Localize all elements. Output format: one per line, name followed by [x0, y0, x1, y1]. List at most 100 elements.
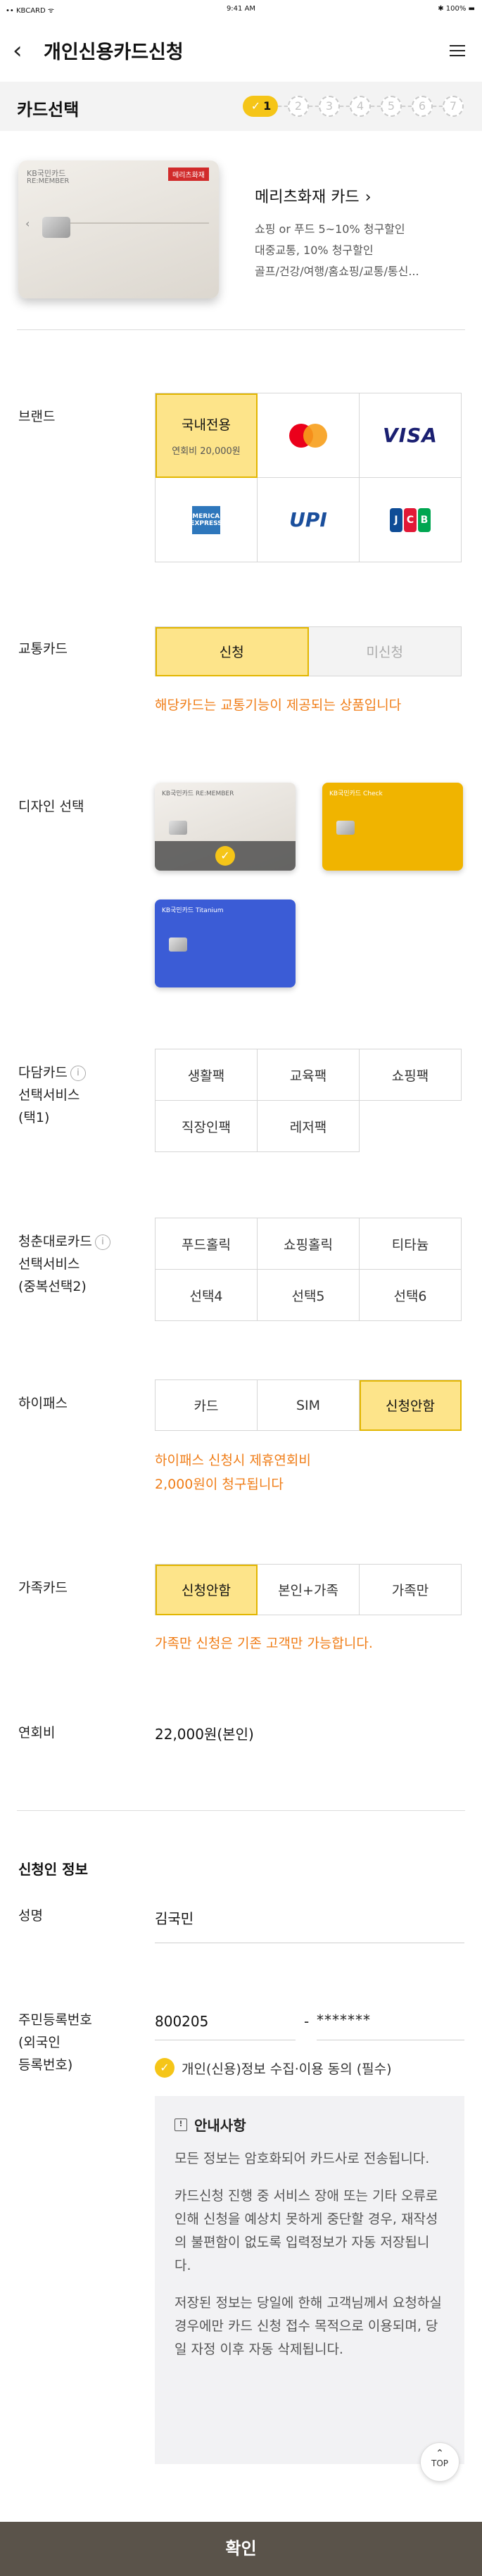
- annual-fee-label: 연회비: [18, 1725, 56, 1741]
- hipass-label: 하이패스: [18, 1396, 68, 1411]
- scroll-top-button[interactable]: ⌃ TOP: [420, 2442, 459, 2482]
- multi-service-options: 생활팩 교육팩 쇼핑팩 직장인팩 레저팩: [155, 1049, 462, 1152]
- step-3: 3: [319, 96, 340, 117]
- transit-label: 교통카드: [18, 641, 68, 657]
- family-label: 가족카드: [18, 1580, 68, 1596]
- hipass-options: 카드 SIM 신청안함: [155, 1379, 462, 1431]
- brand-options: 국내전용 연회비 20,000원 VISA AMERICAN EXPRESS U…: [155, 393, 462, 562]
- family-options: 신청안함 본인+가족 가족만: [155, 1564, 462, 1615]
- chevron-up-icon: ⌃: [436, 2448, 444, 2459]
- battery-indicator: ✱ 100% ▬: [438, 5, 475, 13]
- notice-paragraph: 카드신청 진행 중 서비스 장애 또는 기타 오류로 인해 신청을 예상치 못하…: [175, 2188, 438, 2273]
- design-option-check[interactable]: KB국민카드 Check: [322, 783, 463, 871]
- notice-icon: !: [175, 2118, 187, 2131]
- brand-mastercard-option[interactable]: [258, 393, 360, 478]
- notice-box: ! 안내사항 모든 정보는 암호화되어 카드사로 전송됩니다. 카드신청 진행 …: [155, 2096, 464, 2464]
- youth-service-option[interactable]: 쇼핑홀릭: [258, 1218, 360, 1270]
- applicant-section-title: 신청인 정보: [18, 1861, 88, 1878]
- step-4: 4: [350, 96, 371, 117]
- step-5: 5: [381, 96, 402, 117]
- transit-apply-option[interactable]: 신청: [156, 627, 309, 676]
- status-bar: •• KBCARD ᯤ 9:41 AM ✱ 100% ▬: [0, 0, 482, 20]
- info-icon[interactable]: i: [94, 1234, 110, 1250]
- multi-service-label: 다담카드 i 선택서비스 (택1): [18, 1061, 86, 1129]
- name-field[interactable]: 김국민: [155, 1907, 194, 1928]
- card-chip-icon: [42, 217, 70, 238]
- brand-label: 브랜드: [18, 409, 56, 424]
- card-summary: KB국민카드 RE:MEMBER 메리츠화재 ‹ 메리츠화재 카드 › 쇼핑 or…: [18, 160, 464, 311]
- notice-paragraph: 저장된 정보는 당일에 한해 고객님께서 요청하실 경우에만 카드 신청 접수 …: [175, 2295, 442, 2357]
- youth-service-option[interactable]: 선택6: [360, 1270, 462, 1321]
- jcb-logo-icon: J C B: [389, 507, 431, 532]
- chevron-right-icon: ›: [364, 189, 372, 206]
- transit-options: 신청 미신청: [155, 626, 462, 676]
- youth-service-options: 푸드홀릭 쇼핑홀릭 티타늄 선택4 선택5 선택6: [155, 1218, 462, 1321]
- multi-service-option[interactable]: 쇼핑팩: [360, 1049, 462, 1101]
- rrn-label: 주민등록번호 (외국인 등록번호): [18, 2012, 92, 2073]
- family-only-option[interactable]: 가족만: [360, 1565, 462, 1615]
- name-label: 성명: [18, 1908, 43, 1924]
- visa-logo-icon: VISA: [383, 424, 438, 447]
- multi-service-option[interactable]: 직장인팩: [156, 1101, 258, 1152]
- transit-note: 해당카드는 교통기능이 제공되는 상품입니다: [155, 697, 402, 713]
- clock: 9:41 AM: [226, 5, 256, 13]
- notice-title: ! 안내사항: [175, 2114, 445, 2135]
- step-title: 카드선택: [17, 100, 80, 120]
- design-option-titanium[interactable]: KB국민카드 Titanium: [155, 899, 296, 987]
- app-header: ‹ 개인신용카드신청: [0, 20, 482, 82]
- rrn-front-field[interactable]: 800205: [155, 2013, 208, 2030]
- brand-jcb-option[interactable]: J C B: [360, 478, 462, 562]
- page-title: 개인신용카드신청: [44, 42, 184, 63]
- step-7: 7: [443, 96, 464, 117]
- brand-visa-option[interactable]: VISA: [360, 393, 462, 478]
- youth-service-option[interactable]: 티타늄: [360, 1218, 462, 1270]
- family-self-family-option[interactable]: 본인+가족: [258, 1565, 360, 1615]
- upi-logo-icon: UPI: [289, 508, 327, 531]
- brand-amex-option[interactable]: AMERICAN EXPRESS: [156, 478, 258, 562]
- card-benefit: 쇼핑 or 푸드 5~10% 청구할인: [255, 222, 405, 236]
- info-icon[interactable]: i: [70, 1065, 86, 1081]
- design-label: 디자인 선택: [18, 799, 84, 814]
- family-note: 가족만 신청은 기존 고객만 가능합니다.: [155, 1636, 373, 1651]
- design-option-remember[interactable]: KB국민카드 RE:MEMBER ✓: [155, 783, 296, 871]
- annual-fee-value: 22,000원(본인): [155, 1726, 254, 1743]
- youth-service-option[interactable]: 선택5: [258, 1270, 360, 1321]
- card-benefit: 대중교통, 10% 청구할인: [255, 244, 374, 257]
- card-image-partner: 메리츠화재: [168, 168, 209, 181]
- step-progress: ✓ 1 2 3 4 5 6 7: [243, 96, 464, 117]
- card-benefit: 골프/건강/여행/홈쇼핑/교통/통신...: [255, 265, 419, 278]
- card-name-link[interactable]: 메리츠화재 카드 ›: [255, 184, 372, 207]
- rrn-separator: -: [304, 2013, 310, 2030]
- check-icon: ✓: [215, 846, 235, 866]
- back-arrow-icon[interactable]: ‹: [13, 35, 38, 66]
- transit-no-apply-option[interactable]: 미신청: [308, 627, 462, 676]
- multi-service-option[interactable]: 교육팩: [258, 1049, 360, 1101]
- family-none-option[interactable]: 신청안함: [156, 1565, 258, 1615]
- brand-domestic-option[interactable]: 국내전용 연회비 20,000원: [156, 393, 258, 478]
- hamburger-menu-icon[interactable]: [450, 45, 465, 56]
- consent-label: 개인(신용)정보 수집·이용 동의 (필수): [182, 2061, 392, 2077]
- confirm-button[interactable]: 확인: [0, 2522, 482, 2576]
- notice-paragraph: 모든 정보는 암호화되어 카드사로 전송됩니다.: [175, 2151, 430, 2166]
- hipass-card-option[interactable]: 카드: [156, 1380, 258, 1431]
- brand-upi-option[interactable]: UPI: [258, 478, 360, 562]
- hipass-none-option[interactable]: 신청안함: [360, 1380, 462, 1431]
- divider: [17, 329, 465, 330]
- divider: [17, 1810, 465, 1811]
- rrn-back-field[interactable]: *******: [317, 2012, 371, 2028]
- youth-service-option[interactable]: 선택4: [156, 1270, 258, 1321]
- youth-service-label: 청춘대로카드 i 선택서비스 (중복선택2): [18, 1230, 110, 1298]
- card-image-sub: RE:MEMBER: [27, 177, 70, 185]
- multi-service-option[interactable]: 레저팩: [258, 1101, 360, 1152]
- step-indicator-bar: 카드선택 ✓ 1 2 3 4 5 6 7: [0, 82, 482, 131]
- step-2: 2: [288, 96, 309, 117]
- multi-service-option[interactable]: 생활팩: [156, 1049, 258, 1101]
- step-1-active: ✓ 1: [243, 96, 278, 117]
- step-6: 6: [412, 96, 433, 117]
- hipass-sim-option[interactable]: SIM: [258, 1380, 360, 1431]
- consent-checkbox[interactable]: ✓ 개인(신용)정보 수집·이용 동의 (필수): [155, 2058, 392, 2078]
- mastercard-logo-icon: [289, 423, 327, 448]
- youth-service-option[interactable]: 푸드홀릭: [156, 1218, 258, 1270]
- chevron-left-icon: ‹: [25, 217, 30, 230]
- amex-logo-icon: AMERICAN EXPRESS: [187, 505, 225, 534]
